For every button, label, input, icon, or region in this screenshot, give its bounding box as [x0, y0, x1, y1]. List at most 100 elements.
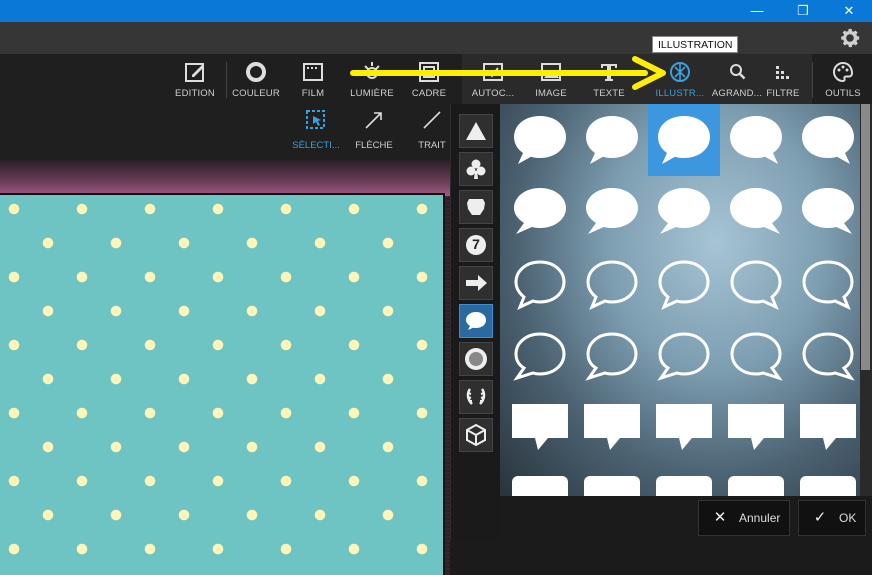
close-icon[interactable]: ✕	[826, 0, 872, 22]
annotation-arrow-icon	[350, 56, 666, 90]
speech-bubble-icon	[584, 476, 640, 496]
title-bar: — ❐ ✕	[0, 0, 872, 22]
tool-edition[interactable]: EDITION	[170, 54, 220, 104]
category-triangle[interactable]	[459, 114, 493, 148]
speech-bubble-icon	[586, 188, 638, 234]
gallery-item-bubble-outline-round[interactable]	[648, 248, 720, 320]
gallery-item-bubble-outline-round[interactable]	[576, 248, 648, 320]
tool-agrandir[interactable]: AGRAND...	[710, 54, 764, 104]
tool-label: FILM	[301, 88, 325, 99]
speech-bubble-icon	[800, 404, 856, 450]
minimize-icon[interactable]: —	[734, 0, 780, 22]
zoom-icon	[730, 64, 746, 80]
category-club[interactable]	[459, 152, 493, 186]
subtool-selection[interactable]: SÉLECTI...	[290, 108, 342, 151]
circle-icon	[246, 62, 266, 82]
speech-bubble-icon	[658, 188, 710, 234]
close-x-icon: ✕	[713, 509, 727, 526]
laurel-icon	[466, 388, 486, 405]
category-laurel[interactable]	[459, 380, 493, 414]
category-shield[interactable]	[459, 190, 493, 224]
film-icon	[303, 63, 323, 81]
speech-bubble-icon	[657, 332, 710, 381]
gallery-item-bubble-filled-rect[interactable]	[504, 392, 576, 464]
gallery-item-bubble-outline-round-alt[interactable]	[504, 320, 576, 392]
cube-icon	[466, 423, 486, 447]
speech-bubble-icon	[728, 404, 784, 450]
gallery-item-bubble-filled-rect[interactable]	[720, 392, 792, 464]
shield-icon	[467, 199, 485, 215]
category-bubble[interactable]	[459, 304, 493, 338]
gallery-item-bubble-filled-round-alt[interactable]	[504, 176, 576, 248]
arrow-icon	[365, 112, 382, 129]
gallery-item-bubble-filled-round-alt[interactable]	[720, 176, 792, 248]
gallery-item-bubble-filled-rect-partial[interactable]	[648, 464, 720, 496]
gallery-item-bubble-filled-round[interactable]	[504, 104, 576, 176]
category-cube[interactable]	[459, 418, 493, 452]
category-number[interactable]: 7	[459, 228, 493, 262]
speech-bubble-icon	[512, 476, 568, 496]
line-icon	[423, 111, 441, 129]
speech-bubble-icon	[512, 404, 568, 450]
gallery-item-bubble-filled-round[interactable]	[576, 104, 648, 176]
gallery-item-bubble-outline-round[interactable]	[792, 248, 860, 320]
speech-bubble-icon	[658, 116, 710, 164]
category-badge-number: 7	[472, 236, 480, 252]
scrollbar-thumb[interactable]	[861, 104, 870, 370]
speech-bubble-icon	[513, 332, 566, 381]
gallery-item-bubble-outline-round-alt[interactable]	[648, 320, 720, 392]
seal-icon	[465, 348, 487, 370]
speech-bubble-icon	[656, 476, 712, 496]
subtool-label: FLÈCHE	[355, 140, 393, 151]
tool-couleur[interactable]: COULEUR	[230, 54, 282, 104]
category-sidebar: 7	[450, 104, 500, 540]
tool-outils[interactable]: OUTILS	[818, 54, 868, 104]
gallery-item-bubble-outline-round[interactable]	[504, 248, 576, 320]
arrow-right-icon	[466, 275, 487, 291]
tool-label: AGRAND...	[711, 88, 763, 99]
gallery-item-bubble-outline-round-alt[interactable]	[576, 320, 648, 392]
divider	[226, 62, 227, 98]
tool-film[interactable]: FILM	[290, 54, 336, 104]
gallery-item-bubble-filled-rect-partial[interactable]	[504, 464, 576, 496]
category-arrow[interactable]	[459, 266, 493, 300]
gallery-item-bubble-filled-rect-partial[interactable]	[576, 464, 648, 496]
speech-bubble-icon	[730, 332, 783, 381]
subtool-fleche[interactable]: FLÈCHE	[350, 108, 398, 151]
gallery-item-bubble-outline-round-alt[interactable]	[792, 320, 860, 392]
gallery-item-bubble-outline-round[interactable]	[720, 248, 792, 320]
tool-filtre[interactable]: FILTRE	[762, 54, 804, 104]
tool-label: COULEUR	[232, 88, 280, 99]
cancel-button[interactable]: ✕ Annuler	[698, 500, 790, 536]
gallery-item-bubble-filled-rect[interactable]	[792, 392, 860, 464]
gallery-item-bubble-filled-round-alt[interactable]	[576, 176, 648, 248]
gallery-item-bubble-filled-round-alt[interactable]	[648, 176, 720, 248]
gallery-item-bubble-filled-round-alt[interactable]	[792, 176, 860, 248]
maximize-icon[interactable]: ❐	[780, 0, 826, 22]
gallery-item-bubble-filled-rect-partial[interactable]	[720, 464, 792, 496]
gallery-item-bubble-filled-rect[interactable]	[648, 392, 720, 464]
gallery-item-bubble-outline-round-alt[interactable]	[720, 320, 792, 392]
gallery-item-bubble-filled-round[interactable]	[648, 104, 720, 176]
subtool-label: TRAIT	[418, 140, 446, 151]
tooltip: ILLUSTRATION	[652, 36, 739, 53]
gear-icon[interactable]	[838, 26, 862, 50]
ok-button[interactable]: ✓ OK	[798, 500, 866, 536]
triangle-icon	[466, 122, 486, 140]
speech-bubble-icon	[656, 404, 712, 450]
gallery-item-bubble-filled-round[interactable]	[792, 104, 860, 176]
divider	[812, 62, 813, 98]
gallery-item-bubble-filled-rect-partial[interactable]	[792, 464, 860, 496]
category-seal[interactable]	[459, 342, 493, 376]
panel-footer	[450, 540, 872, 575]
gallery-item-bubble-filled-round[interactable]	[720, 104, 792, 176]
speech-bubble-icon	[586, 116, 638, 164]
illustration-gallery	[500, 104, 860, 496]
speech-bubble-icon	[466, 312, 486, 330]
subtool-trait[interactable]: TRAIT	[410, 108, 454, 151]
palette-icon	[833, 61, 854, 83]
select-icon	[306, 110, 325, 129]
artboard-image[interactable]	[0, 193, 445, 575]
gallery-item-bubble-filled-rect[interactable]	[576, 392, 648, 464]
speech-bubble-icon	[514, 188, 566, 234]
